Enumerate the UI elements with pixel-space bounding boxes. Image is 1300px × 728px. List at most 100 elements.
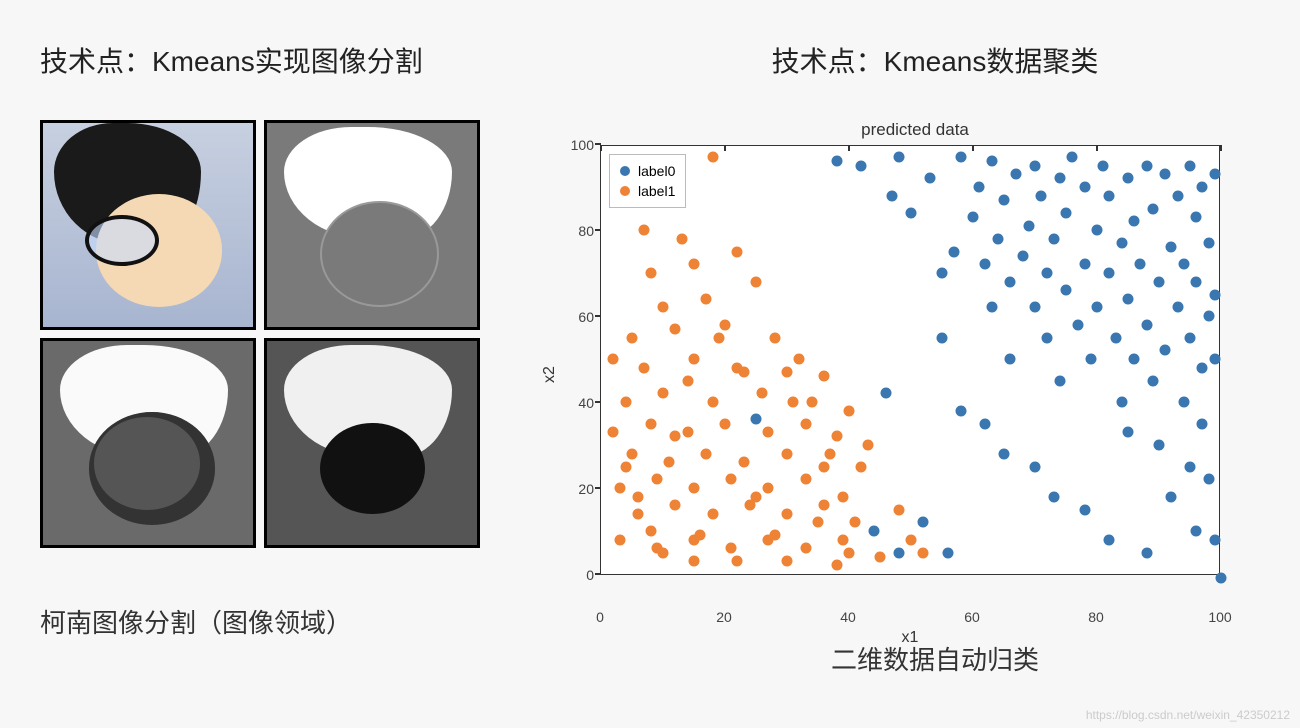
data-point [968, 212, 979, 223]
data-point [701, 448, 712, 459]
data-point [819, 371, 830, 382]
data-point [658, 547, 669, 558]
data-point [844, 405, 855, 416]
data-point [658, 388, 669, 399]
watermark: https://blog.csdn.net/weixin_42350212 [1086, 708, 1290, 722]
data-point [664, 457, 675, 468]
data-point [751, 414, 762, 425]
data-point [980, 418, 991, 429]
x-tick-label: 0 [596, 609, 604, 625]
data-point [831, 431, 842, 442]
data-point [937, 332, 948, 343]
data-point [887, 190, 898, 201]
data-point [763, 483, 774, 494]
data-point [1017, 250, 1028, 261]
y-tick-label: 20 [578, 481, 594, 497]
x-tick-label: 60 [964, 609, 980, 625]
data-point [1209, 289, 1220, 300]
data-point [1030, 461, 1041, 472]
data-point [1141, 547, 1152, 558]
data-point [1160, 169, 1171, 180]
data-point [893, 151, 904, 162]
y-tick-label: 40 [578, 395, 594, 411]
data-point [1178, 397, 1189, 408]
data-point [720, 319, 731, 330]
y-tick-label: 0 [586, 567, 594, 583]
y-tick-label: 80 [578, 223, 594, 239]
data-point [1191, 276, 1202, 287]
data-point [1073, 319, 1084, 330]
data-point [862, 440, 873, 451]
data-point [1030, 160, 1041, 171]
data-point [955, 405, 966, 416]
x-tick-label: 80 [1088, 609, 1104, 625]
data-point [868, 526, 879, 537]
data-point [1147, 375, 1158, 386]
data-point [825, 448, 836, 459]
data-point [757, 388, 768, 399]
data-point [751, 276, 762, 287]
data-point [1005, 354, 1016, 365]
data-point [918, 517, 929, 528]
data-point [1023, 220, 1034, 231]
data-point [782, 556, 793, 567]
data-point [769, 332, 780, 343]
data-point [1067, 151, 1078, 162]
plot-area: x2 020406080100 label0 label1 [540, 145, 1250, 605]
right-title: 技术点：Kmeans数据聚类 [600, 40, 1270, 80]
data-point [1054, 375, 1065, 386]
data-point [1104, 268, 1115, 279]
data-point [1209, 354, 1220, 365]
data-point [918, 547, 929, 558]
legend-dot-icon [620, 166, 630, 176]
data-point [949, 246, 960, 257]
data-point [751, 491, 762, 502]
data-point [701, 293, 712, 304]
data-point [1042, 268, 1053, 279]
y-tick-label: 100 [571, 137, 594, 153]
data-point [627, 448, 638, 459]
data-point [881, 388, 892, 399]
data-point [608, 354, 619, 365]
data-point [1197, 418, 1208, 429]
legend-entry-0: label0 [620, 161, 675, 181]
y-axis-label: x2 [540, 145, 560, 605]
data-point [986, 156, 997, 167]
data-point [1061, 285, 1072, 296]
data-point [1085, 354, 1096, 365]
data-point [782, 508, 793, 519]
data-point [1129, 354, 1140, 365]
data-point [670, 500, 681, 511]
data-point [1129, 216, 1140, 227]
image-original-conan [40, 120, 256, 330]
data-point [645, 268, 656, 279]
data-point [707, 508, 718, 519]
data-point [986, 302, 997, 313]
data-point [1048, 491, 1059, 502]
data-point [1203, 474, 1214, 485]
data-point [856, 461, 867, 472]
data-point [1054, 173, 1065, 184]
data-point [1036, 190, 1047, 201]
data-point [726, 543, 737, 554]
data-point [974, 182, 985, 193]
data-point [732, 246, 743, 257]
legend-dot-icon [620, 186, 630, 196]
data-point [1154, 276, 1165, 287]
x-ticks: 020406080100 [600, 605, 1220, 627]
data-point [651, 474, 662, 485]
data-point [999, 448, 1010, 459]
data-point [620, 461, 631, 472]
data-point [645, 418, 656, 429]
data-point [614, 534, 625, 545]
data-point [837, 491, 848, 502]
data-point [1160, 345, 1171, 356]
data-point [614, 483, 625, 494]
data-point [1123, 427, 1134, 438]
data-point [676, 233, 687, 244]
data-point [980, 259, 991, 270]
data-point [633, 491, 644, 502]
data-point [1079, 259, 1090, 270]
data-point [633, 508, 644, 519]
image-segmented-4 [264, 338, 480, 548]
